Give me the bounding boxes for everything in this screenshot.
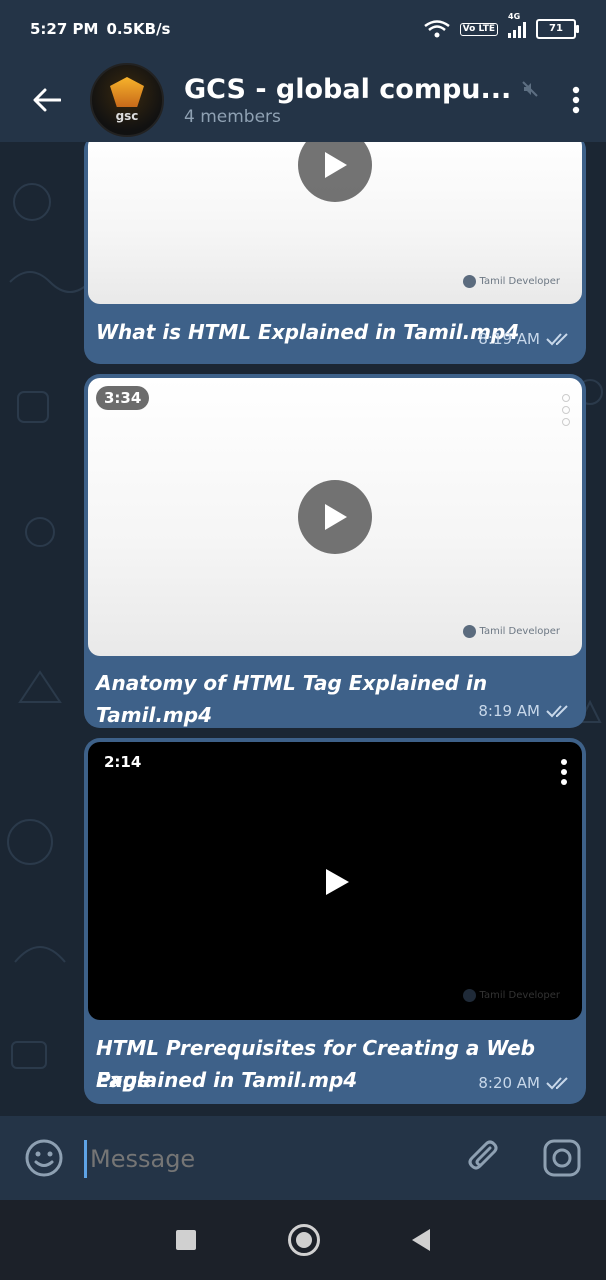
chat-title-block[interactable]: GCS - global compu... 4 members bbox=[184, 74, 546, 127]
play-button[interactable] bbox=[298, 480, 372, 554]
camera-button[interactable] bbox=[542, 1138, 582, 1182]
status-speed: 0.5KB/s bbox=[106, 20, 171, 38]
more-options-button[interactable] bbox=[546, 58, 606, 142]
double-check-icon bbox=[546, 705, 568, 718]
play-icon bbox=[325, 504, 347, 530]
wifi-icon bbox=[423, 20, 450, 38]
message-time: 8:19 AM bbox=[478, 702, 540, 720]
video-menu-button[interactable] bbox=[560, 758, 568, 790]
member-count: 4 members bbox=[184, 106, 281, 127]
more-vertical-icon bbox=[572, 86, 580, 114]
message-input-bar bbox=[0, 1116, 606, 1200]
attach-button[interactable] bbox=[464, 1138, 504, 1182]
volte-badge: Vo LTE bbox=[459, 22, 498, 36]
muted-icon bbox=[522, 81, 538, 97]
paperclip-icon bbox=[468, 1140, 498, 1170]
video-player[interactable]: 2:14 Tamil Developer bbox=[88, 742, 582, 1020]
battery-icon: 71 bbox=[536, 19, 579, 39]
double-check-icon bbox=[546, 333, 568, 346]
chat-title: GCS - global compu... bbox=[184, 73, 512, 105]
status-time: 5:27 PM bbox=[30, 20, 99, 38]
instagram-camera-icon bbox=[543, 1139, 581, 1177]
status-bar: 5:27 PM 0.5KB/s Vo LTE 4G 71 bbox=[0, 0, 606, 58]
message-meta: 8:19 AM bbox=[478, 330, 572, 348]
home-icon bbox=[296, 1232, 312, 1248]
chat-area[interactable]: Tamil Developer What is HTML Explained i… bbox=[0, 142, 606, 1116]
video-message-2[interactable]: 3:34 Tamil Developer Anatomy of HTML Tag… bbox=[84, 374, 586, 728]
emoji-button[interactable] bbox=[24, 1138, 64, 1182]
group-logo-icon bbox=[110, 77, 144, 107]
message-time: 8:20 AM bbox=[478, 1074, 540, 1092]
more-vertical-icon bbox=[561, 759, 567, 785]
network-type: 4G bbox=[508, 12, 521, 21]
message-input[interactable] bbox=[88, 1138, 452, 1180]
video-duration: 3:34 bbox=[96, 386, 150, 410]
video-watermark: Tamil Developer bbox=[462, 275, 560, 288]
video-watermark: Tamil Developer bbox=[462, 625, 560, 638]
video-thumbnail[interactable]: Tamil Developer bbox=[88, 142, 582, 304]
message-meta: 8:20 AM bbox=[478, 1074, 572, 1092]
message-meta: 8:19 AM bbox=[478, 702, 572, 720]
play-icon bbox=[325, 152, 347, 178]
text-cursor bbox=[84, 1140, 87, 1178]
play-button[interactable] bbox=[324, 868, 350, 900]
recents-button[interactable] bbox=[176, 1230, 196, 1250]
play-icon bbox=[326, 869, 349, 895]
system-navigation-bar bbox=[0, 1200, 606, 1280]
chat-header: gsc GCS - global compu... 4 members bbox=[0, 58, 606, 142]
message-time: 8:19 AM bbox=[478, 330, 540, 348]
video-thumbnail[interactable]: 3:34 Tamil Developer bbox=[88, 378, 582, 656]
video-caption: What is HTML Explained in Tamil.mp4 bbox=[96, 320, 520, 344]
video-watermark: Tamil Developer bbox=[462, 989, 560, 1002]
home-button[interactable] bbox=[288, 1224, 320, 1256]
signal-icon: 4G bbox=[508, 12, 526, 38]
arrow-left-icon bbox=[33, 88, 61, 112]
smiley-icon bbox=[25, 1139, 63, 1177]
back-nav-button[interactable] bbox=[412, 1229, 430, 1251]
group-avatar[interactable]: gsc bbox=[90, 63, 164, 137]
play-button[interactable] bbox=[298, 142, 372, 202]
double-check-icon bbox=[546, 1077, 568, 1090]
video-caption-line2: Explained in Tamil.mp4 bbox=[96, 1068, 358, 1092]
avatar-text: gsc bbox=[115, 109, 139, 123]
battery-level: 71 bbox=[549, 23, 563, 34]
video-duration: 2:14 bbox=[104, 753, 142, 771]
video-menu-icon bbox=[562, 394, 570, 426]
back-button[interactable] bbox=[16, 58, 78, 142]
video-message-1[interactable]: Tamil Developer What is HTML Explained i… bbox=[84, 142, 586, 364]
video-message-3[interactable]: 2:14 Tamil Developer HTML Prerequisites … bbox=[84, 738, 586, 1104]
